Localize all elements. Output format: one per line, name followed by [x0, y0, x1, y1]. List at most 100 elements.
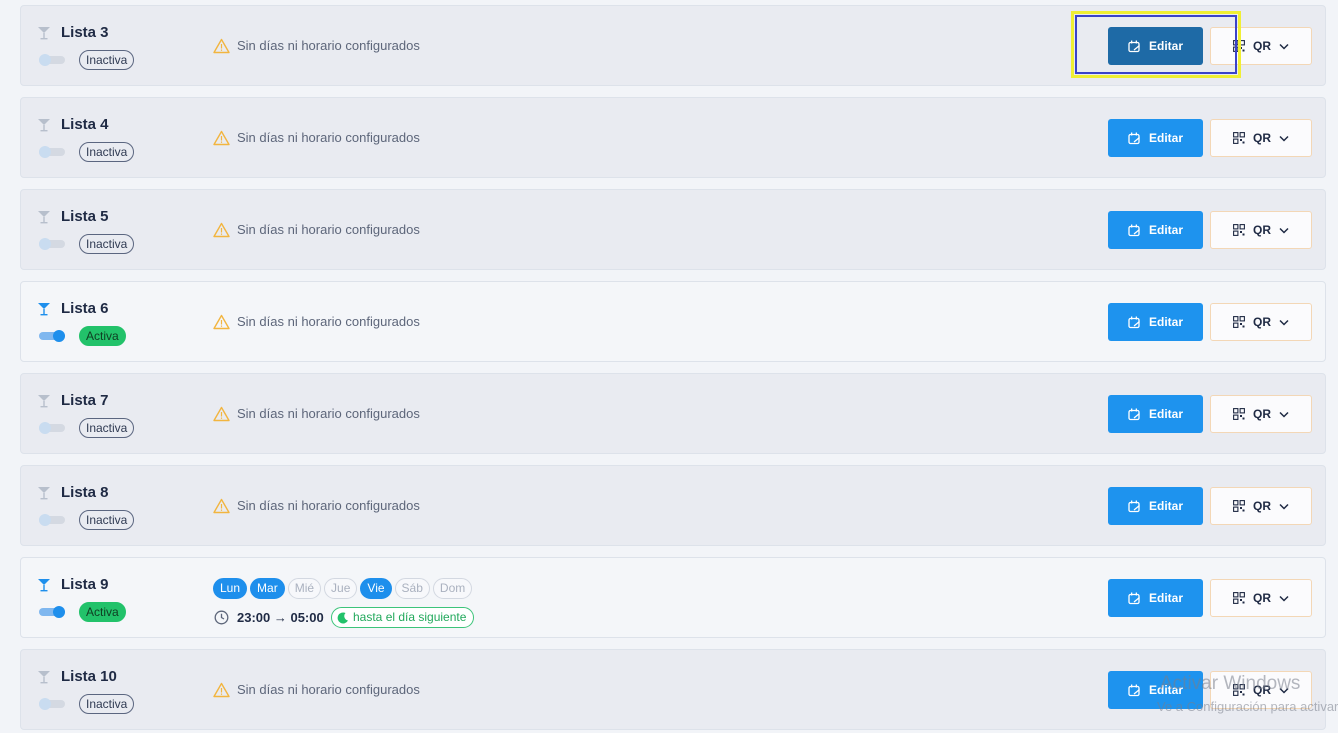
status-badge: Inactiva	[79, 694, 135, 714]
edit-button-label: Editar	[1148, 407, 1183, 421]
status-toggle[interactable]	[39, 422, 65, 434]
qr-dropdown-button[interactable]: QR	[1210, 395, 1312, 433]
qr-code-icon	[1233, 316, 1245, 328]
chevron-down-icon	[1279, 135, 1289, 142]
list-row-lista-9: Lista 9 Activa Lun Mar Mié Jue Vie Sáb D…	[20, 557, 1326, 638]
warning-icon	[213, 314, 230, 330]
chevron-down-icon	[1279, 43, 1289, 50]
weekday-chips: Lun Mar Mié Jue Vie Sáb Dom	[213, 578, 473, 599]
status-badge: Inactiva	[79, 234, 135, 254]
no-schedule-warning: Sin días ni horario configurados	[237, 406, 420, 421]
status-toggle[interactable]	[39, 54, 65, 66]
cocktail-icon	[38, 211, 50, 224]
status-badge: Inactiva	[79, 418, 135, 438]
qr-code-icon	[1233, 500, 1245, 512]
edit-button-label: Editar	[1148, 315, 1183, 329]
day-chip-dom: Dom	[432, 578, 473, 599]
edit-button[interactable]: Editar	[1108, 119, 1203, 157]
calendar-edit-icon	[1128, 408, 1140, 420]
schedule-time: 23:00 → 05:00	[237, 610, 324, 625]
edit-button-label: Editar	[1148, 591, 1183, 605]
list-row-lista-6: Lista 6 Activa Sin días ni horario confi…	[20, 281, 1326, 362]
status-badge: Inactiva	[79, 142, 135, 162]
next-day-badge: hasta el día siguiente	[331, 607, 475, 628]
qr-code-icon	[1233, 132, 1245, 144]
warning-icon	[213, 498, 230, 514]
no-schedule-warning: Sin días ni horario configurados	[237, 314, 420, 329]
status-toggle[interactable]	[39, 330, 65, 342]
no-schedule-warning: Sin días ni horario configurados	[237, 682, 420, 697]
cocktail-icon	[38, 487, 50, 500]
warning-icon	[213, 406, 230, 422]
status-toggle[interactable]	[39, 514, 65, 526]
qr-dropdown-button[interactable]: QR	[1210, 487, 1312, 525]
chevron-down-icon	[1279, 411, 1289, 418]
cocktail-icon	[38, 303, 50, 316]
edit-button[interactable]: Editar	[1108, 395, 1203, 433]
qr-button-label: QR	[1253, 407, 1271, 421]
day-chip-jue: Jue	[324, 578, 358, 599]
cocktail-icon	[38, 119, 50, 132]
no-schedule-warning: Sin días ni horario configurados	[237, 498, 420, 513]
status-badge: Activa	[79, 602, 126, 622]
qr-button-label: QR	[1253, 223, 1271, 237]
qr-button-label: QR	[1253, 131, 1271, 145]
status-toggle[interactable]	[39, 146, 65, 158]
chevron-down-icon	[1279, 595, 1289, 602]
list-name: Lista 9	[61, 576, 109, 593]
qr-code-icon	[1233, 592, 1245, 604]
no-schedule-warning: Sin días ni horario configurados	[237, 38, 420, 53]
warning-icon	[213, 130, 230, 146]
list-row-lista-10: Lista 10 Inactiva Sin días ni horario co…	[20, 649, 1326, 730]
calendar-edit-icon	[1128, 592, 1140, 604]
edit-button[interactable]: Editar	[1108, 303, 1203, 341]
list-name: Lista 7	[61, 392, 109, 409]
chevron-down-icon	[1279, 503, 1289, 510]
warning-icon	[213, 222, 230, 238]
lists-container: Lista 3 Inactiva Sin días ni horario con…	[20, 5, 1326, 733]
status-toggle[interactable]	[39, 238, 65, 250]
qr-dropdown-button[interactable]: QR	[1210, 211, 1312, 249]
status-badge: Activa	[79, 326, 126, 346]
edit-button-label: Editar	[1148, 131, 1183, 145]
warning-icon	[213, 682, 230, 698]
windows-activation-title: Activar Windows	[1160, 673, 1301, 694]
edit-button[interactable]: Editar	[1108, 211, 1203, 249]
calendar-edit-icon	[1128, 684, 1140, 696]
status-toggle[interactable]	[39, 698, 65, 710]
edit-button-label: Editar	[1148, 499, 1183, 513]
list-name: Lista 10	[61, 668, 117, 685]
list-name: Lista 6	[61, 300, 109, 317]
chevron-down-icon	[1279, 227, 1289, 234]
cocktail-icon	[38, 27, 50, 40]
day-chip-sab: Sáb	[394, 578, 430, 599]
calendar-edit-icon	[1128, 316, 1140, 328]
qr-dropdown-button[interactable]: QR	[1210, 303, 1312, 341]
windows-activation-subtitle: Ve a Configuración para activar Windows.	[1157, 699, 1338, 714]
edit-button-label: Editar	[1148, 223, 1183, 237]
status-toggle[interactable]	[39, 606, 65, 618]
cocktail-icon	[38, 579, 50, 592]
list-row-lista-5: Lista 5 Inactiva Sin días ni horario con…	[20, 189, 1326, 270]
list-name: Lista 5	[61, 208, 109, 225]
qr-button-label: QR	[1253, 591, 1271, 605]
edit-button[interactable]: Editar	[1108, 579, 1203, 617]
clock-icon	[214, 610, 229, 625]
qr-dropdown-button[interactable]: QR	[1210, 119, 1312, 157]
moon-icon	[337, 611, 348, 623]
list-row-lista-7: Lista 7 Inactiva Sin días ni horario con…	[20, 373, 1326, 454]
calendar-edit-icon	[1128, 224, 1140, 236]
no-schedule-warning: Sin días ni horario configurados	[237, 222, 420, 237]
list-row-lista-4: Lista 4 Inactiva Sin días ni horario con…	[20, 97, 1326, 178]
next-day-label: hasta el día siguiente	[353, 610, 467, 624]
qr-button-label: QR	[1253, 315, 1271, 329]
qr-code-icon	[1233, 224, 1245, 236]
focus-highlight-inner	[1075, 15, 1237, 74]
list-name: Lista 4	[61, 116, 109, 133]
qr-code-icon	[1233, 408, 1245, 420]
list-name: Lista 3	[61, 24, 109, 41]
edit-button[interactable]: Editar	[1108, 487, 1203, 525]
day-chip-lun: Lun	[213, 578, 248, 599]
day-chip-mie: Mié	[287, 578, 322, 599]
qr-dropdown-button[interactable]: QR	[1210, 579, 1312, 617]
